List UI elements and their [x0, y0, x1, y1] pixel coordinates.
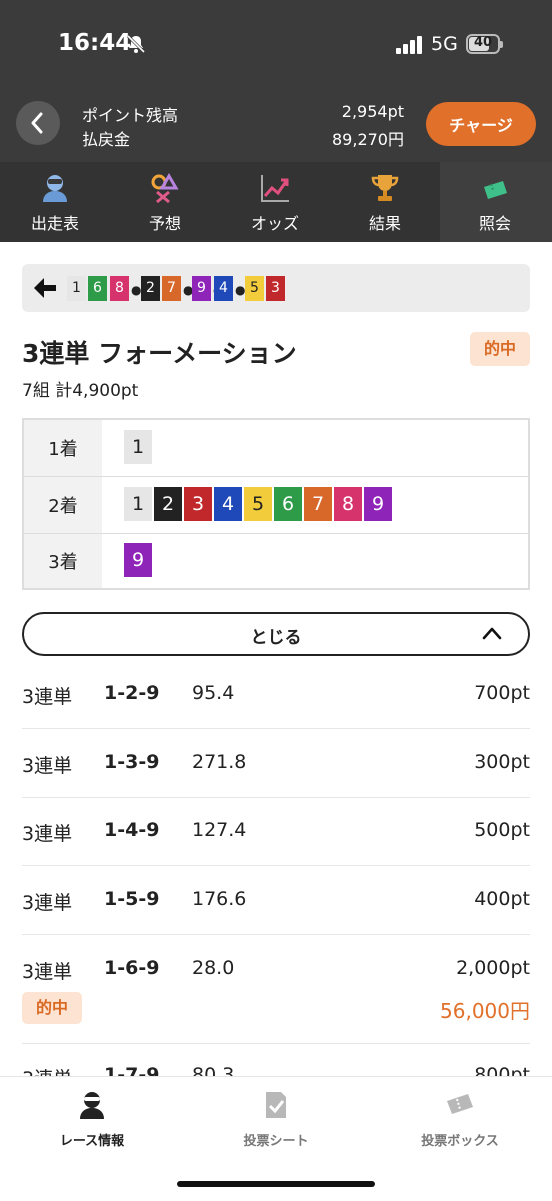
boat-number: 9: [124, 543, 152, 577]
tab-label: 出走表: [30, 214, 79, 233]
boat-number: 5: [245, 276, 264, 301]
grid-label-third: 3着: [24, 534, 102, 588]
odds-chart-icon: [261, 175, 289, 202]
bet-odds: 28.0: [192, 957, 235, 979]
bet-amount: 400pt: [474, 888, 530, 910]
hit-badge: 的中: [22, 992, 82, 1024]
tab-entries[interactable]: 出走表: [0, 162, 110, 242]
home-indicator[interactable]: [177, 1181, 375, 1187]
hit-badge: 的中: [470, 332, 530, 366]
boat-number: 4: [214, 487, 242, 521]
battery-level: 40: [473, 35, 493, 50]
bet-type: 3連単: [22, 686, 73, 708]
bet-odds: 95.4: [192, 682, 235, 704]
boat-number: 3: [266, 276, 285, 301]
bet-title: 3連単 フォーメーション: [22, 339, 297, 368]
bet-amount: 500pt: [474, 819, 530, 841]
tab-prediction[interactable]: 予想: [110, 162, 220, 242]
boat-number: 1: [67, 276, 86, 301]
chevron-up-icon: [482, 627, 502, 640]
close-button[interactable]: とじる: [22, 612, 530, 656]
boat-number: 7: [162, 276, 181, 301]
points-value: 2,954pt: [341, 102, 404, 121]
boat-number: 9: [364, 487, 392, 521]
refund-label: 払戻金: [82, 130, 131, 149]
boat-number: 5: [244, 487, 272, 521]
bet-type: 3連単: [22, 892, 73, 914]
bet-combination: 1-2-9: [104, 682, 160, 704]
boat-number: 7: [304, 487, 332, 521]
bottom-tab-vote-box[interactable]: 投票ボックス: [368, 1077, 552, 1167]
bet-combination: 1-3-9: [104, 751, 160, 773]
prediction-icon: [151, 173, 179, 204]
boat-number: 1: [124, 487, 152, 521]
grid-label-second: 2着: [24, 477, 102, 533]
signal-icon: [396, 36, 424, 58]
vote-sheet-icon: [266, 1092, 286, 1118]
refund-value: 89,270円: [332, 130, 404, 149]
bet-type: 3連単: [22, 961, 73, 983]
bet-combination: 1-5-9: [104, 888, 160, 910]
boat-number: 3: [184, 487, 212, 521]
chevron-left-icon: [31, 112, 43, 134]
payout-amount: 56,000円: [440, 999, 530, 1023]
tab-label: オッズ: [250, 214, 299, 233]
racer-icon: [80, 1092, 104, 1119]
bet-odds: 127.4: [192, 819, 247, 841]
vote-box-icon: [447, 1094, 473, 1114]
close-label: とじる: [250, 628, 302, 648]
tab-inquiry[interactable]: 照会: [440, 162, 552, 242]
bet-summary: 7組 計4,900pt: [22, 381, 139, 401]
racer-icon: [43, 175, 67, 202]
back-button[interactable]: [16, 101, 60, 145]
ticket-icon: [484, 181, 507, 199]
bet-combination: 1-4-9: [104, 819, 160, 841]
boat-number: 6: [274, 487, 302, 521]
network-type: 5G: [431, 33, 458, 55]
bet-odds: 176.6: [192, 888, 247, 910]
boat-number: 4: [214, 276, 233, 301]
bet-type: 3連単: [22, 755, 73, 777]
bottom-tab-label: 投票シート: [243, 1134, 309, 1149]
status-time: 16:44: [58, 30, 132, 56]
bottom-tab-vote-sheet[interactable]: 投票シート: [184, 1077, 368, 1167]
boat-number: 9: [192, 276, 211, 301]
tab-label: 予想: [148, 214, 181, 233]
bet-odds: 271.8: [192, 751, 247, 773]
bet-type: 3連単: [22, 823, 73, 845]
tab-label: 照会: [478, 214, 511, 233]
bottom-tab-race-info[interactable]: レース情報: [0, 1077, 184, 1167]
charge-button[interactable]: チャージ: [426, 102, 536, 146]
points-header: ポイント残高 払戻金 2,954pt 89,270円 チャージ: [0, 90, 552, 162]
boat-number: 6: [88, 276, 107, 301]
trophy-icon: [371, 175, 399, 201]
boat-number: 8: [334, 487, 362, 521]
tab-results[interactable]: 結果: [330, 162, 440, 242]
race-tabs: 出走表 予想 オッズ 結果 照会: [0, 162, 552, 242]
boat-number: 8: [110, 276, 129, 301]
bet-amount: 2,000pt: [456, 957, 530, 979]
bottom-tab-label: 投票ボックス: [421, 1134, 499, 1149]
bet-combination: 1-6-9: [104, 957, 160, 979]
boat-number: 2: [154, 487, 182, 521]
tab-label: 結果: [368, 214, 401, 233]
grid-label-first: 1着: [24, 420, 102, 476]
arrow-left-icon[interactable]: [32, 276, 58, 300]
points-label: ポイント残高: [82, 106, 179, 125]
status-bar: 16:44 5G 40: [0, 0, 552, 90]
bet-amount: 700pt: [474, 682, 530, 704]
bell-muted-icon: [126, 34, 146, 58]
tab-odds[interactable]: オッズ: [220, 162, 330, 242]
bet-amount: 300pt: [474, 751, 530, 773]
boat-number: 2: [141, 276, 160, 301]
bottom-tab-label: レース情報: [59, 1134, 125, 1149]
battery-icon: 40: [466, 34, 503, 54]
boat-number: 1: [124, 430, 152, 464]
